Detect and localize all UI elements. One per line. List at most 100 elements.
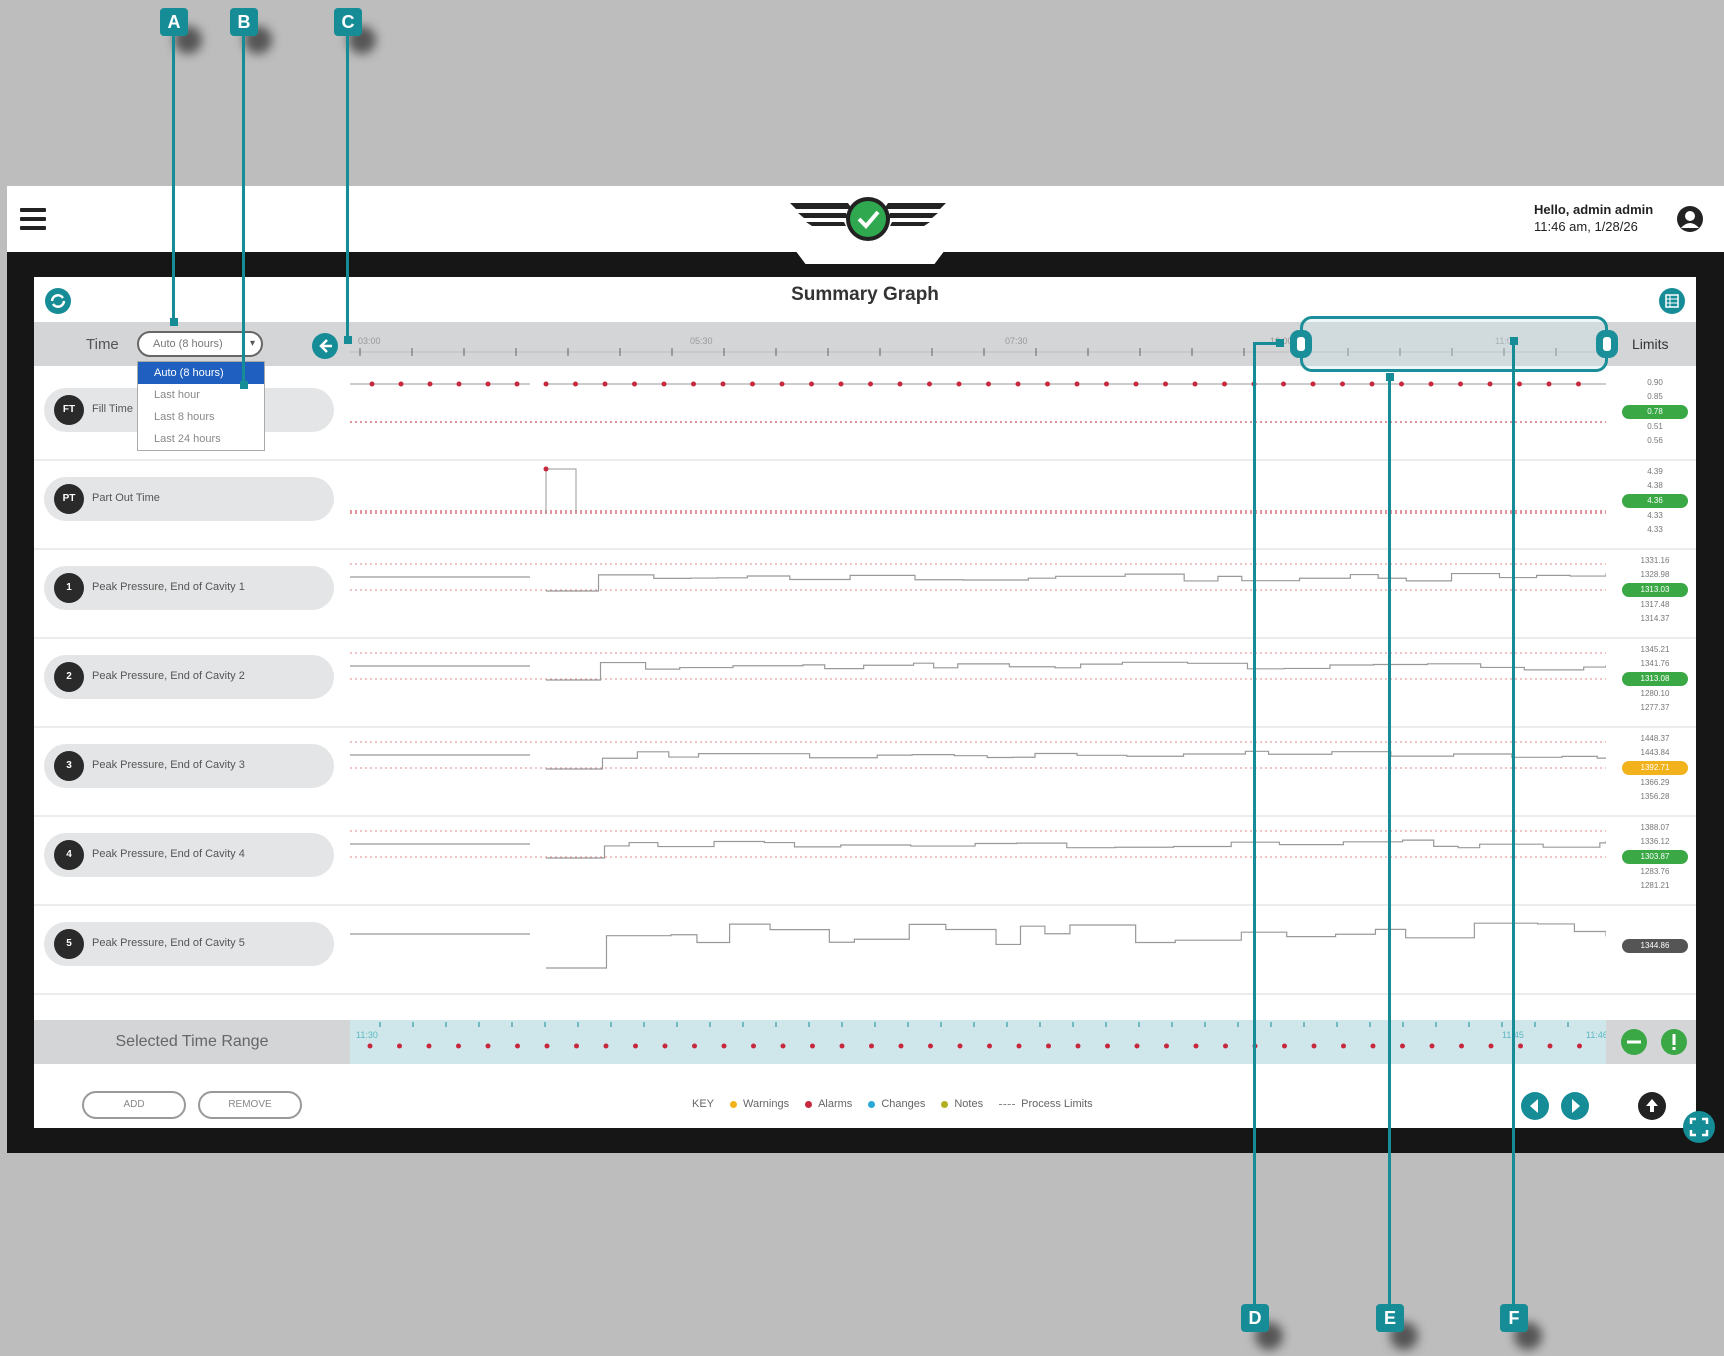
limit-value: [1615, 910, 1695, 924]
add-button[interactable]: ADD: [82, 1091, 186, 1119]
limits-header: Limits: [1632, 336, 1669, 352]
alarm-point: [898, 1043, 904, 1049]
callout-leader-line: [172, 36, 175, 322]
axis-tick-label: 05:30: [690, 336, 713, 346]
alarm-point: [1075, 1043, 1081, 1049]
range-end-handle[interactable]: [1596, 330, 1618, 358]
process-limit-line-icon: [999, 1103, 1016, 1105]
remove-button[interactable]: REMOVE: [198, 1091, 302, 1119]
time-option[interactable]: Last 8 hours: [138, 406, 264, 428]
series-pill[interactable]: 4 Peak Pressure, End of Cavity 4: [44, 833, 334, 877]
current-value-badge: 4.36: [1622, 494, 1688, 508]
key-item: Notes: [954, 1098, 984, 1110]
time-option[interactable]: Last 24 hours: [138, 428, 264, 450]
series-chart: [350, 381, 1606, 423]
limit-value: 1356.28: [1640, 792, 1670, 801]
alarm-point: [1458, 381, 1463, 387]
alarm-point: [839, 1043, 845, 1049]
back-arrow-button[interactable]: [311, 332, 339, 360]
key-item: Changes: [881, 1098, 926, 1110]
alarm-point: [1282, 1043, 1287, 1049]
legend-key: KEY Warnings Alarms Changes Notes Proces…: [692, 1098, 1093, 1110]
series-badge: FT: [54, 395, 84, 425]
alarm-point: [691, 381, 696, 387]
limit-value: 1328.98: [1640, 570, 1670, 579]
series-badge: 3: [54, 751, 84, 781]
table-view-icon[interactable]: [1658, 287, 1686, 315]
series-pill[interactable]: 5 Peak Pressure, End of Cavity 5: [44, 922, 334, 966]
next-button[interactable]: [1560, 1091, 1590, 1121]
alarm-point: [751, 1043, 756, 1049]
current-value-badge: 1344.86: [1622, 939, 1688, 953]
alarm-point: [1340, 381, 1345, 387]
alarm-point: [1223, 1043, 1228, 1049]
series-pill[interactable]: 1 Peak Pressure, End of Cavity 1: [44, 566, 334, 610]
axis-tick-label: 03:00: [358, 336, 381, 346]
series-label: Part Out Time: [92, 492, 160, 504]
alarm-point: [1310, 381, 1316, 387]
current-value-badge: 0.78: [1622, 405, 1688, 419]
zoom-out-button[interactable]: [1620, 1028, 1648, 1056]
limit-value: 4.38: [1647, 481, 1663, 490]
series-line: [545, 468, 577, 513]
alarm-point: [1074, 381, 1080, 387]
series-line: [350, 661, 1606, 681]
callout-anchor: [344, 336, 352, 344]
callout-badge: C: [334, 8, 362, 36]
callout-leader-line: [1253, 342, 1256, 1304]
alarm-point: [515, 1043, 520, 1049]
limit-value: 1443.84: [1640, 748, 1670, 757]
user-account-icon[interactable]: [1676, 205, 1704, 233]
alarm-point: [1222, 381, 1227, 387]
alert-icon[interactable]: [1660, 1028, 1688, 1056]
range-navigator[interactable]: 11:3011:4511:46: [350, 1020, 1606, 1064]
alarm-point: [397, 1043, 402, 1049]
series-pill[interactable]: PT Part Out Time: [44, 477, 334, 521]
key-item: Alarms: [818, 1098, 853, 1110]
series-chart: [350, 830, 1606, 859]
alarm-point: [838, 381, 844, 387]
alarm-point: [810, 1043, 815, 1049]
alarm-point: [1015, 381, 1021, 387]
menu-icon[interactable]: [20, 208, 46, 230]
series-chart: [350, 563, 1606, 592]
alarm-point: [1369, 381, 1375, 387]
alarm-point: [1192, 381, 1198, 387]
alarm-point: [602, 381, 608, 387]
alarm-point: [485, 1043, 491, 1049]
series-pill[interactable]: 2 Peak Pressure, End of Cavity 2: [44, 655, 334, 699]
export-button[interactable]: [1637, 1091, 1667, 1121]
series-badge: PT: [54, 484, 84, 514]
alarm-point: [514, 381, 520, 387]
alarm-point: [543, 381, 549, 387]
alarm-point: [1105, 1043, 1110, 1049]
current-value-badge: 1313.08: [1622, 672, 1688, 686]
series-label: Peak Pressure, End of Cavity 3: [92, 759, 245, 771]
series-chart: [350, 466, 1606, 514]
alarm-point: [427, 381, 433, 387]
selected-range-window[interactable]: [1300, 316, 1608, 372]
alarm-point: [1281, 381, 1286, 387]
alarm-point: [809, 381, 814, 387]
limit-value: 1281.21: [1640, 881, 1670, 890]
previous-button[interactable]: [1520, 1091, 1550, 1121]
limits-column: 1345.21 1341.76 1313.08 1280.10 1277.37: [1615, 643, 1695, 715]
series-pill[interactable]: 3 Peak Pressure, End of Cavity 3: [44, 744, 334, 788]
series-label: Peak Pressure, End of Cavity 2: [92, 670, 245, 682]
limit-value: 1317.48: [1640, 600, 1670, 609]
limits-column: 1448.37 1443.84 1392.71 1366.29 1356.28: [1615, 732, 1695, 804]
limit-value: 1388.07: [1640, 823, 1670, 832]
callout-leader-line: [1512, 340, 1515, 1304]
callout-leader-line: [346, 36, 349, 340]
alarm-point: [574, 1043, 579, 1049]
row-divider: [34, 993, 1696, 995]
range-start-handle[interactable]: [1290, 330, 1312, 358]
alarm-point: [367, 1043, 373, 1049]
clock-text: 11:46 am, 1/28/26: [1534, 219, 1638, 234]
note-dot-icon: [941, 1100, 949, 1108]
alarm-point: [1104, 381, 1109, 387]
alarm-point: [692, 1043, 697, 1049]
fullscreen-icon[interactable]: [1682, 1110, 1716, 1144]
limits-column: 0.90 0.85 0.78 0.51 0.56: [1615, 376, 1695, 448]
alarm-point: [369, 381, 375, 387]
